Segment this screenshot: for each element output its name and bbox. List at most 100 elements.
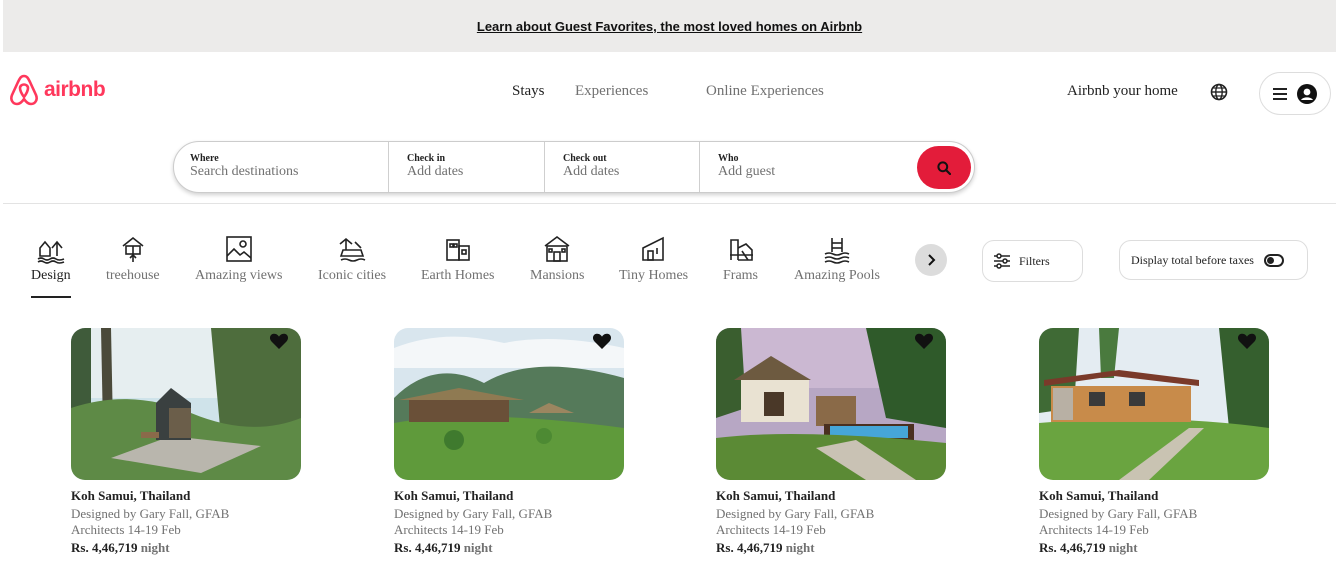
who-label: Who <box>718 153 739 164</box>
filters-button[interactable]: Filters <box>982 240 1083 282</box>
design-icon <box>37 240 65 264</box>
favorite-heart-icon[interactable] <box>592 332 612 350</box>
airbnb-your-home-link[interactable]: Airbnb your home <box>1067 83 1178 100</box>
listing-photo[interactable] <box>71 328 301 480</box>
category-farms[interactable]: Frams <box>723 234 758 284</box>
toggle-switch[interactable] <box>1263 253 1284 267</box>
nav-experiences[interactable]: Experiences <box>575 83 648 100</box>
favorite-heart-icon[interactable] <box>269 332 289 350</box>
listing-description: Designed by Gary Fall, GFAB <box>716 506 875 521</box>
category-label: Iconic cities <box>318 268 387 283</box>
listing-title: Koh Samui, Thailand <box>394 488 514 503</box>
category-tiny-homes[interactable]: Tiny Homes <box>619 234 688 284</box>
listing-dates: Architects 14-19 Feb <box>716 522 826 537</box>
listing-photo-image <box>394 328 624 480</box>
favorite-heart-icon[interactable] <box>914 332 934 350</box>
check-in-label: Check in <box>407 153 446 164</box>
category-earth-homes[interactable]: Earth Homes <box>421 234 494 284</box>
listing-dates: Architects 14-19 Feb <box>1039 522 1149 537</box>
price-unit: night <box>785 540 815 555</box>
price-unit: night <box>463 540 493 555</box>
listing-photo[interactable] <box>716 328 946 480</box>
filters-label: Filters <box>1019 253 1050 268</box>
airbnb-logo-icon <box>10 74 38 106</box>
mansions-icon <box>544 236 570 262</box>
price-amount: Rs. 4,46,719 <box>394 540 461 555</box>
category-amazing-views[interactable]: Amazing views <box>195 234 282 284</box>
user-menu-button[interactable] <box>1259 72 1331 115</box>
categories-next-button[interactable] <box>915 244 947 276</box>
category-amazing-pools[interactable]: Amazing Pools <box>794 234 880 284</box>
airbnb-logo[interactable]: airbnb <box>8 73 106 107</box>
listing-photo[interactable] <box>1039 328 1269 480</box>
header-divider <box>3 203 1336 204</box>
listing-photo-image <box>716 328 946 480</box>
amazing-views-icon <box>225 236 252 262</box>
favorite-heart-icon[interactable] <box>1237 332 1257 350</box>
search-button[interactable] <box>917 146 971 189</box>
listing-price: Rs. 4,46,719 night <box>1039 540 1269 556</box>
check-out-label: Check out <box>563 153 607 164</box>
farms-icon <box>729 239 753 261</box>
price-unit: night <box>140 540 170 555</box>
nav-online-experiences[interactable]: Online Experiences <box>706 83 824 100</box>
iconic-cities-icon <box>339 237 366 262</box>
where-label: Where <box>190 153 219 164</box>
category-label: Design <box>31 268 71 283</box>
category-treehouse[interactable]: treehouse <box>106 234 160 284</box>
globe-icon[interactable] <box>1210 83 1228 101</box>
listing-title: Koh Samui, Thailand <box>1039 488 1159 503</box>
price-unit: night <box>1108 540 1138 555</box>
price-amount: Rs. 4,46,719 <box>716 540 783 555</box>
who-placeholder: Add guest <box>718 164 776 179</box>
listing-photo[interactable] <box>394 328 624 480</box>
hamburger-icon <box>1273 87 1287 100</box>
check-out-field[interactable]: Check out Add dates <box>545 142 700 192</box>
earth-homes-icon <box>445 239 470 261</box>
listing-photo-image <box>71 328 301 480</box>
amazing-pools-icon <box>824 238 850 264</box>
nav-stays[interactable]: Stays <box>512 83 545 100</box>
check-in-placeholder: Add dates <box>407 164 464 179</box>
check-in-field[interactable]: Check in Add dates <box>389 142 545 192</box>
listing-title: Koh Samui, Thailand <box>71 488 191 503</box>
listing-dates: Architects 14-19 Feb <box>394 522 504 537</box>
category-label: Amazing Pools <box>794 268 880 283</box>
listing-title: Koh Samui, Thailand <box>716 488 836 503</box>
listing-price: Rs. 4,46,719 night <box>394 540 624 556</box>
category-label: Frams <box>723 268 758 283</box>
where-placeholder: Search destinations <box>190 164 299 179</box>
treehouse-icon <box>122 236 144 262</box>
category-design[interactable]: Design <box>31 234 71 284</box>
listing-description: Designed by Gary Fall, GFAB <box>71 506 230 521</box>
taxes-label: Display total before taxes <box>1131 252 1254 267</box>
tiny-homes-icon <box>641 236 664 261</box>
who-field[interactable]: Who Add guest <box>700 142 900 192</box>
listing-card[interactable]: Koh Samui, Thailand Designed by Gary Fal… <box>1039 328 1269 556</box>
listing-card[interactable]: Koh Samui, Thailand Designed by Gary Fal… <box>394 328 624 556</box>
category-mansions[interactable]: Mansions <box>530 234 584 284</box>
listing-dates: Architects 14-19 Feb <box>71 522 181 537</box>
category-label: Mansions <box>530 268 585 283</box>
where-field[interactable]: Where Search destinations <box>174 142 389 192</box>
category-iconic-cities[interactable]: Iconic cities <box>318 234 386 284</box>
guest-favorites-link[interactable]: Learn about Guest Favorites, the most lo… <box>477 19 862 34</box>
listing-photo-image <box>1039 328 1269 480</box>
listing-card[interactable]: Koh Samui, Thailand Designed by Gary Fal… <box>716 328 946 556</box>
check-out-placeholder: Add dates <box>563 164 620 179</box>
user-avatar-icon <box>1297 83 1317 104</box>
listing-card[interactable]: Koh Samui, Thailand Designed by Gary Fal… <box>71 328 301 556</box>
search-bar: Where Search destinations Check in Add d… <box>173 141 975 193</box>
search-icon <box>937 160 951 175</box>
category-label: Amazing views <box>195 268 283 283</box>
listing-price: Rs. 4,46,719 night <box>71 540 301 556</box>
category-label: treehouse <box>106 268 160 283</box>
listing-price: Rs. 4,46,719 night <box>716 540 946 556</box>
listing-description: Designed by Gary Fall, GFAB <box>1039 506 1198 521</box>
display-total-toggle[interactable]: Display total before taxes <box>1119 240 1308 280</box>
category-label: Earth Homes <box>421 268 495 283</box>
announcement-banner: Learn about Guest Favorites, the most lo… <box>3 0 1336 52</box>
filters-icon <box>994 253 1010 269</box>
price-amount: Rs. 4,46,719 <box>1039 540 1106 555</box>
logo-text: airbnb <box>44 78 106 101</box>
